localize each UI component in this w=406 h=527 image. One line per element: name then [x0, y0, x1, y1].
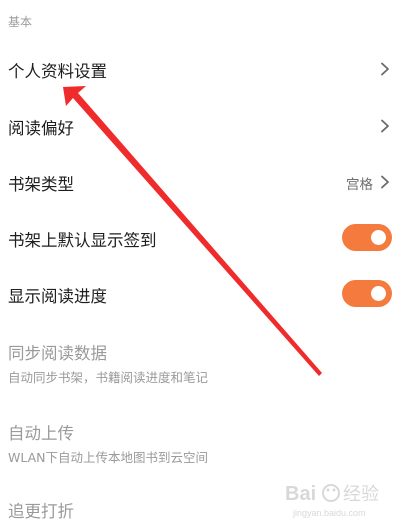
chevron-right-icon [378, 62, 392, 76]
setting-label: 个人资料设置 [8, 62, 107, 81]
setting-row-profile[interactable]: 个人资料设置 [0, 44, 406, 94]
svg-text:Bai: Bai [285, 483, 316, 505]
svg-text:jingyan.baidu.com: jingyan.baidu.com [292, 508, 366, 518]
setting-label: 阅读偏好 [8, 119, 74, 138]
setting-row-auto-upload: 自动上传 WLAN下自动上传本地图书到云空间 [0, 416, 406, 474]
svg-text:经验: 经验 [343, 484, 379, 505]
setting-row-show-checkin: 书架上默认显示签到 [0, 212, 406, 262]
setting-row-sync-reading-data: 同步阅读数据 自动同步书架，书籍阅读进度和笔记 [0, 336, 406, 394]
section-header-basic: 基本 [8, 15, 33, 29]
setting-label: 书架类型 [8, 175, 74, 194]
chevron-right-icon [378, 175, 392, 189]
setting-row-reading-preference[interactable]: 阅读偏好 [0, 100, 406, 150]
setting-label: 同步阅读数据 [8, 344, 107, 363]
toggle-knob [371, 230, 386, 245]
setting-label: 显示阅读进度 [8, 287, 107, 306]
setting-row-bookshelf-type[interactable]: 书架类型 宫格 [0, 156, 406, 206]
toggle-knob [371, 286, 386, 301]
setting-label: 追更打折 [8, 502, 74, 521]
chevron-right-icon [378, 119, 392, 133]
show-checkin-toggle[interactable] [342, 224, 392, 251]
setting-description: WLAN下自动上传本地图书到云空间 [8, 450, 209, 465]
baidu-watermark-logo: Bai 经验 jingyan.baidu.com [283, 478, 401, 522]
setting-description: 自动同步书架，书籍阅读进度和笔记 [8, 370, 209, 385]
bookshelf-type-value: 宫格 [346, 177, 373, 193]
setting-label: 书架上默认显示签到 [8, 231, 157, 250]
setting-label: 自动上传 [8, 424, 74, 443]
setting-row-show-progress: 显示阅读进度 [0, 268, 406, 318]
show-progress-toggle[interactable] [342, 280, 392, 307]
